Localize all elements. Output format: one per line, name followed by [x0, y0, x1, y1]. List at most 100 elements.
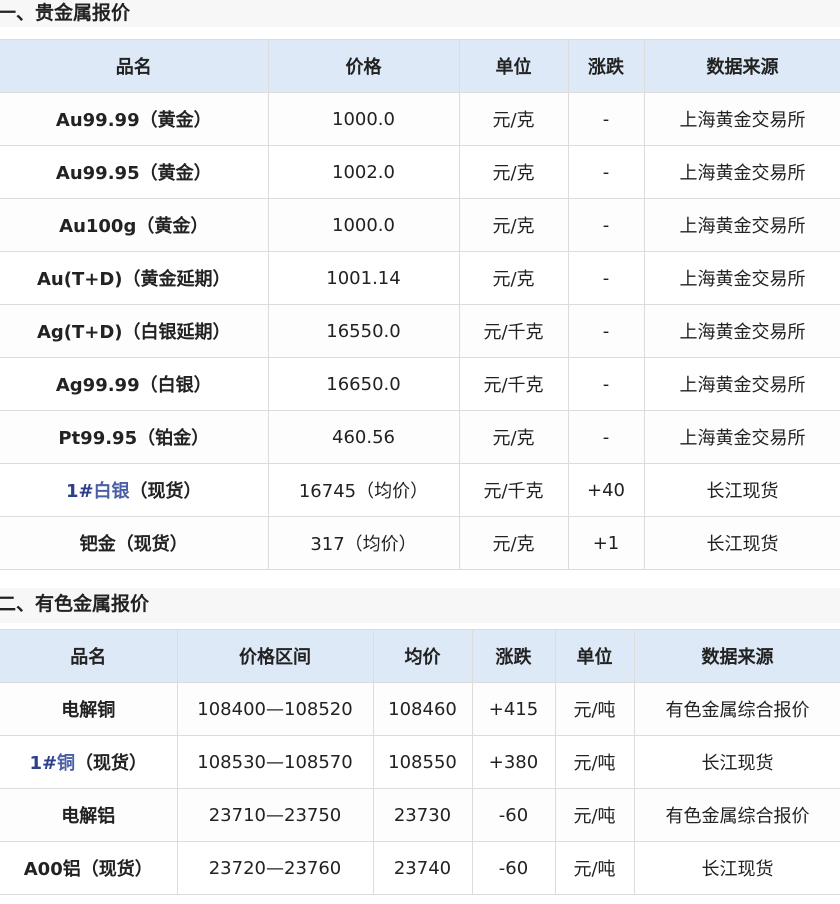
cell-name: A00铝（现货）	[0, 841, 178, 895]
name-prefix: 1#	[29, 753, 58, 774]
table-row: Ag99.99（白银） 16650.0 元/千克 - 上海黄金交易所	[0, 357, 840, 411]
copper-link[interactable]: 铜	[57, 753, 75, 774]
cell-unit: 元/千克	[458, 357, 569, 411]
cell-name: 电解铝	[0, 788, 178, 842]
section-title-precious-metals: 一、贵金属报价	[0, 0, 840, 27]
cell-price-range: 23720—23760	[176, 841, 374, 895]
cell-change: -	[567, 251, 645, 305]
cell-source: 长江现货	[633, 735, 840, 789]
table-row: Au100g（黄金） 1000.0 元/克 - 上海黄金交易所	[0, 198, 840, 252]
cell-price: 1001.14	[267, 251, 460, 305]
cell-average: 23730	[372, 788, 473, 842]
cell-unit: 元/千克	[458, 463, 569, 517]
cell-change: -	[567, 92, 645, 146]
cell-average: 23740	[372, 841, 473, 895]
section-title-nonferrous-metals: 二、有色金属报价	[0, 588, 840, 623]
cell-source: 有色金属综合报价	[633, 788, 840, 842]
cell-price-range: 108530—108570	[176, 735, 374, 789]
cell-price: 460.56	[267, 410, 460, 464]
cell-price: 1000.0	[267, 198, 460, 252]
page: 一、贵金属报价 品名 价格 单位 涨跌 数据来源 Au99.99（黄金） 100…	[0, 0, 840, 904]
header-average: 均价	[372, 629, 473, 683]
cell-change: +380	[471, 735, 556, 789]
cell-price: 317（均价）	[267, 516, 460, 570]
table-row: 钯金（现货） 317（均价） 元/克 +1 长江现货	[0, 516, 840, 570]
cell-price: 1002.0	[267, 145, 460, 199]
precious-metals-table: 品名 价格 单位 涨跌 数据来源 Au99.99（黄金） 1000.0 元/克 …	[0, 39, 840, 570]
cell-change: -60	[471, 841, 556, 895]
cell-unit: 元/吨	[554, 841, 635, 895]
table-row: Au99.95（黄金） 1002.0 元/克 - 上海黄金交易所	[0, 145, 840, 199]
silver-link[interactable]: 白银	[94, 481, 130, 502]
cell-source: 长江现货	[643, 463, 840, 517]
cell-price: 1000.0	[267, 92, 460, 146]
header-price-range: 价格区间	[176, 629, 374, 683]
section-gap	[0, 27, 840, 39]
cell-name: 电解铜	[0, 682, 178, 736]
cell-name: Ag(T+D)（白银延期）	[0, 304, 269, 358]
header-unit: 单位	[458, 39, 569, 93]
cell-unit: 元/克	[458, 198, 569, 252]
cell-change: -	[567, 410, 645, 464]
cell-change: -	[567, 357, 645, 411]
cell-average: 108460	[372, 682, 473, 736]
cell-name: 1#铜（现货）	[0, 735, 178, 789]
cell-change: +1	[567, 516, 645, 570]
cell-source: 长江现货	[643, 516, 840, 570]
header-source: 数据来源	[643, 39, 840, 93]
cell-unit: 元/吨	[554, 735, 635, 789]
cell-price-range: 108400—108520	[176, 682, 374, 736]
cell-name: Au(T+D)（黄金延期）	[0, 251, 269, 305]
cell-unit: 元/克	[458, 92, 569, 146]
cell-name: Ag99.99（白银）	[0, 357, 269, 411]
cell-change: -	[567, 145, 645, 199]
cell-price: 16745（均价）	[267, 463, 460, 517]
cell-name: Au99.99（黄金）	[0, 92, 269, 146]
header-unit: 单位	[554, 629, 635, 683]
cell-source: 上海黄金交易所	[643, 251, 840, 305]
cell-change: +40	[567, 463, 645, 517]
cell-unit: 元/克	[458, 410, 569, 464]
cell-name: 1#白银（现货）	[0, 463, 269, 517]
cell-source: 长江现货	[633, 841, 840, 895]
cell-source: 上海黄金交易所	[643, 410, 840, 464]
header-name: 品名	[0, 629, 178, 683]
cell-source: 上海黄金交易所	[643, 92, 840, 146]
cell-source: 上海黄金交易所	[643, 357, 840, 411]
table-row: Ag(T+D)（白银延期） 16550.0 元/千克 - 上海黄金交易所	[0, 304, 840, 358]
table-row: 1#白银（现货） 16745（均价） 元/千克 +40 长江现货	[0, 463, 840, 517]
header-price: 价格	[267, 39, 460, 93]
cell-source: 上海黄金交易所	[643, 198, 840, 252]
cell-source: 上海黄金交易所	[643, 304, 840, 358]
cell-source: 上海黄金交易所	[643, 145, 840, 199]
name-prefix: 1#	[65, 481, 94, 502]
table-row: Au99.99（黄金） 1000.0 元/克 - 上海黄金交易所	[0, 92, 840, 146]
cell-average: 108550	[372, 735, 473, 789]
table-row: A00铝（现货） 23720—23760 23740 -60 元/吨 长江现货	[0, 841, 840, 895]
table-row: Au(T+D)（黄金延期） 1001.14 元/克 - 上海黄金交易所	[0, 251, 840, 305]
cell-name: 钯金（现货）	[0, 516, 269, 570]
header-name: 品名	[0, 39, 269, 93]
cell-unit: 元/克	[458, 516, 569, 570]
section-gap	[0, 570, 840, 588]
cell-source: 有色金属综合报价	[633, 682, 840, 736]
cell-name: Pt99.95（铂金）	[0, 410, 269, 464]
header-source: 数据来源	[633, 629, 840, 683]
cell-unit: 元/千克	[458, 304, 569, 358]
cell-price: 16650.0	[267, 357, 460, 411]
cell-name: Au100g（黄金）	[0, 198, 269, 252]
name-suffix: （现货）	[129, 481, 202, 502]
nonferrous-metals-table: 品名 价格区间 均价 涨跌 单位 数据来源 电解铜 108400—108520 …	[0, 629, 840, 895]
cell-change: -	[567, 198, 645, 252]
cell-unit: 元/吨	[554, 788, 635, 842]
header-change: 涨跌	[567, 39, 645, 93]
table-row: Pt99.95（铂金） 460.56 元/克 - 上海黄金交易所	[0, 410, 840, 464]
header-change: 涨跌	[471, 629, 556, 683]
table-row: 电解铝 23710—23750 23730 -60 元/吨 有色金属综合报价	[0, 788, 840, 842]
cell-name: Au99.95（黄金）	[0, 145, 269, 199]
table-row: 电解铜 108400—108520 108460 +415 元/吨 有色金属综合…	[0, 682, 840, 736]
table-header-row: 品名 价格 单位 涨跌 数据来源	[0, 39, 840, 93]
cell-change: +415	[471, 682, 556, 736]
cell-change: -	[567, 304, 645, 358]
cell-price-range: 23710—23750	[176, 788, 374, 842]
